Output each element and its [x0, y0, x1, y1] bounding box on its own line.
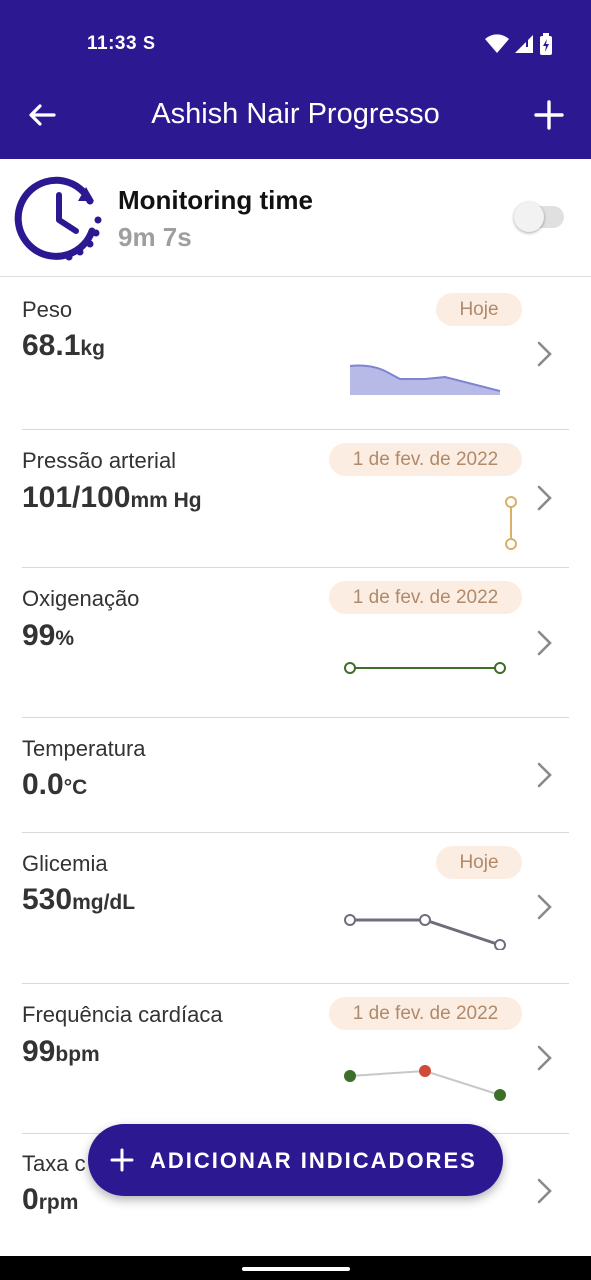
toggle-knob — [514, 202, 544, 232]
monitoring-elapsed: 9m 7s — [118, 222, 192, 252]
chevron-right-icon — [537, 762, 552, 788]
clock-timer-icon — [14, 176, 102, 261]
indicator-row-pressao[interactable]: Pressão arterial 101/100mm Hg 1 de fev. … — [22, 430, 569, 568]
indicator-value: 99bpm — [22, 1035, 100, 1068]
date-badge: 1 de fev. de 2022 — [329, 997, 522, 1030]
heart-rate-sparkline — [344, 1065, 506, 1101]
battery-icon — [540, 33, 552, 55]
indicator-label: Peso — [22, 297, 73, 322]
monitoring-toggle[interactable] — [514, 202, 564, 232]
sync-icon: S — [143, 33, 156, 53]
date-badge: 1 de fev. de 2022 — [329, 443, 522, 476]
status-time: 11:33 — [87, 33, 138, 54]
signal-icon — [515, 35, 533, 53]
indicator-label: Temperatura — [22, 736, 146, 761]
indicator-value: 0rpm — [22, 1183, 79, 1216]
indicator-value: 68.1kg — [22, 329, 105, 362]
monitoring-card — [0, 159, 591, 277]
page-title: Ashish Nair Progresso — [151, 98, 440, 130]
add-indicators-label: ADICIONAR INDICADORES — [150, 1148, 477, 1173]
indicator-label: Pressão arterial — [22, 448, 177, 473]
indicator-row-glicemia[interactable]: Glicemia 530mg/dL Hoje — [22, 833, 569, 984]
indicator-value: 101/100mm Hg — [22, 481, 202, 514]
status-icons — [485, 33, 553, 55]
status-bar: 11:33 S — [0, 0, 591, 90]
chevron-right-icon — [537, 485, 552, 511]
monitoring-title: Monitoring time — [118, 185, 313, 215]
add-icon[interactable] — [533, 99, 565, 131]
indicator-label: Frequência cardíaca — [22, 1002, 223, 1027]
indicator-row-oxigenacao[interactable]: Oxigenação 99% 1 de fev. de 2022 — [22, 568, 569, 718]
chevron-right-icon — [537, 894, 552, 920]
weight-sparkline — [350, 364, 500, 395]
indicator-row-frequencia[interactable]: Frequência cardíaca 99bpm 1 de fev. de 2… — [22, 984, 569, 1134]
chevron-right-icon — [537, 1045, 552, 1071]
add-indicators-button[interactable]: ADICIONAR INDICADORES — [88, 1124, 503, 1196]
date-badge: Hoje — [436, 846, 522, 879]
glucose-sparkline — [344, 914, 506, 950]
indicator-value: 0.0°C — [22, 768, 88, 801]
pressure-sparkline — [505, 496, 517, 550]
indicator-label: Oxigenação — [22, 586, 140, 611]
chevron-right-icon — [537, 630, 552, 656]
chevron-right-icon — [537, 1178, 552, 1204]
home-gesture-pill[interactable] — [242, 1267, 350, 1271]
indicator-value: 99% — [22, 619, 75, 652]
wifi-icon — [485, 34, 509, 53]
indicator-value: 530mg/dL — [22, 883, 136, 916]
oxygen-sparkline — [344, 662, 506, 674]
date-badge: 1 de fev. de 2022 — [329, 581, 522, 614]
indicator-row-temperatura[interactable]: Temperatura 0.0°C — [22, 718, 569, 833]
date-badge: Hoje — [436, 293, 522, 326]
indicator-label: Glicemia — [22, 851, 108, 876]
system-nav-bar — [0, 1256, 591, 1280]
indicator-label: Taxa c — [22, 1151, 86, 1176]
chevron-right-icon — [537, 341, 552, 367]
app-bar: 11:33 S Ashish Nair Progresso — [0, 0, 591, 159]
plus-icon — [110, 1148, 134, 1172]
indicator-row-peso[interactable]: Peso 68.1kg Hoje — [22, 277, 569, 430]
